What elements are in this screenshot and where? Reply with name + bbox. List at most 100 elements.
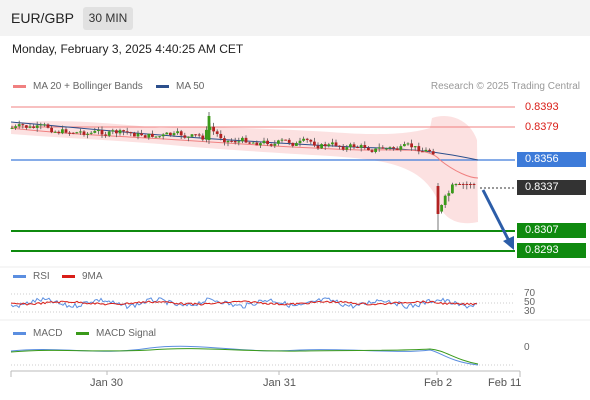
candle-body — [370, 150, 374, 152]
candle-body — [151, 133, 154, 137]
candle-body — [14, 126, 17, 128]
legend-rsi: RSI — [13, 271, 50, 282]
candle-body — [46, 124, 50, 128]
legend-rsi-label: RSI — [33, 271, 50, 282]
macd-swatch-icon — [13, 331, 26, 335]
candle-body — [334, 142, 338, 146]
candle-body — [251, 142, 255, 144]
candle-body — [295, 143, 298, 146]
candle-body — [183, 135, 187, 138]
candle-body — [454, 184, 458, 185]
candle-body — [388, 147, 392, 149]
candle-body — [75, 132, 79, 134]
rsi-swatch-icon — [13, 274, 26, 278]
candle-body — [302, 138, 305, 141]
candle-body — [447, 193, 451, 196]
candle-body — [68, 132, 71, 134]
candle-body — [223, 138, 226, 143]
candle-body — [219, 133, 223, 139]
x-label-feb11: Feb 11 — [488, 377, 522, 389]
candle-body — [273, 143, 277, 146]
candle-body — [262, 140, 266, 144]
candle-body — [125, 131, 129, 133]
rsi-ma-swatch-icon — [62, 274, 75, 278]
candle-body — [413, 146, 417, 148]
macd-line — [10, 345, 479, 366]
candle-body — [230, 140, 233, 142]
candle-body — [32, 126, 35, 128]
candle-body — [320, 144, 323, 149]
candle-body — [79, 131, 82, 133]
candle-body — [107, 131, 111, 136]
candle-body — [431, 151, 435, 155]
candle-body — [176, 131, 179, 134]
last-price-label: 0.8337 — [517, 180, 586, 195]
legend-rsi-ma-label: 9MA — [82, 271, 103, 282]
candle-body — [359, 145, 363, 148]
candle-body — [374, 148, 377, 152]
macd-zero-label: 0 — [524, 342, 530, 353]
candle-body — [205, 129, 208, 140]
candle-body — [28, 126, 32, 128]
candle-body — [86, 133, 89, 135]
candle-body — [169, 132, 172, 136]
candle-body — [53, 131, 57, 133]
candle-body — [440, 204, 443, 212]
candle-body — [458, 184, 461, 185]
candle-body — [61, 129, 64, 134]
candle-body — [154, 136, 158, 138]
s2-price-label: 0.8293 — [517, 243, 586, 258]
candle-body — [133, 132, 136, 137]
candle-body — [255, 142, 259, 146]
candle-body — [71, 132, 75, 134]
candle-body — [226, 140, 230, 143]
candle-body — [129, 132, 133, 134]
candle-body — [165, 132, 169, 135]
candle-body — [172, 133, 176, 136]
forecast-arrow — [481, 189, 512, 244]
candle-body — [140, 133, 143, 136]
legend-macd-signal: MACD Signal — [76, 328, 156, 339]
candle-body — [309, 139, 313, 142]
candle-body — [465, 184, 469, 185]
legend-macd-label: MACD — [33, 328, 63, 339]
candle-body — [118, 130, 122, 134]
candle-body — [194, 134, 197, 136]
candle-body — [428, 149, 431, 152]
candle-body — [316, 145, 320, 149]
candle-body — [122, 130, 125, 132]
candle-body — [207, 116, 211, 140]
candle-body — [212, 126, 215, 132]
candle-body — [349, 144, 352, 148]
candle-body — [244, 137, 248, 143]
candle-body — [298, 140, 302, 144]
candle-body — [284, 139, 287, 141]
candle-body — [367, 147, 370, 151]
candle-body — [50, 127, 53, 133]
candle-body — [424, 149, 428, 152]
candle-body — [104, 134, 107, 136]
candle-body — [417, 146, 421, 152]
candle-body — [338, 145, 341, 147]
candle-body — [280, 139, 284, 141]
candle-body — [248, 142, 251, 144]
candle-body — [313, 141, 316, 146]
candle-body — [82, 131, 86, 135]
candle-body — [269, 144, 273, 146]
candle-body — [57, 131, 61, 134]
candle-body — [327, 144, 331, 147]
r1-price-label: 0.8379 — [525, 121, 559, 133]
candle-body — [35, 125, 39, 128]
candle-body — [187, 136, 190, 138]
candle-body — [39, 124, 43, 126]
candle-body — [93, 130, 97, 133]
candle-body — [17, 124, 21, 127]
candle-body — [291, 142, 295, 146]
legend-rsi-ma: 9MA — [62, 271, 103, 282]
candle-body — [341, 146, 345, 150]
r2-price-label: 0.8393 — [525, 101, 559, 113]
candle-body — [43, 124, 46, 126]
candle-body — [158, 136, 161, 138]
candle-body — [259, 143, 262, 146]
candle-body — [461, 184, 465, 185]
